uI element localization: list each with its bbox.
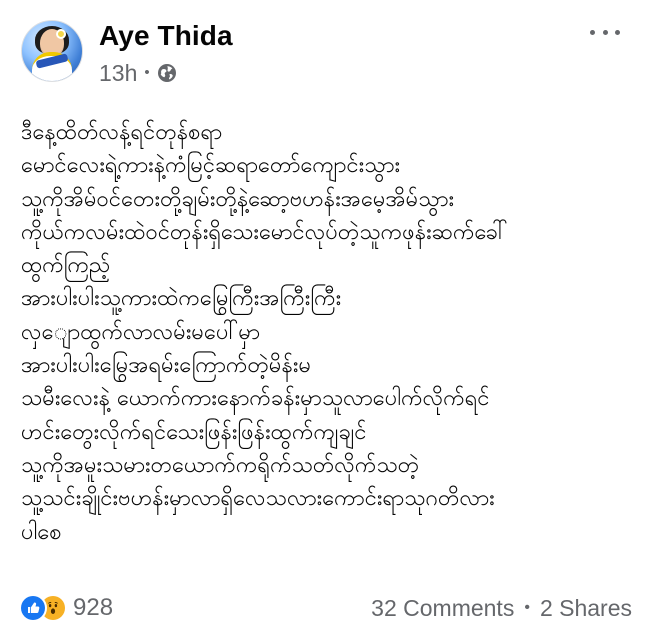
more-options-button[interactable] [590,23,620,41]
post-time[interactable]: 13h [99,60,137,87]
reaction-count[interactable]: 928 [73,594,113,622]
more-dot-1 [590,29,595,35]
author-avatar[interactable] [21,20,83,82]
comments-count[interactable]: 32 Comments [371,595,514,622]
like-icon [21,596,45,620]
post-stats: 32 Comments • 2 Shares [371,595,632,622]
reaction-icons [21,596,65,620]
more-dot-3 [615,29,620,35]
reactions-summary[interactable]: 928 [21,593,113,623]
stats-separator: • [524,598,530,616]
author-name[interactable]: Aye Thida [99,18,233,54]
more-dot-2 [602,29,608,35]
meta-separator: • [144,63,150,81]
globe-icon [157,63,177,83]
post-text: ဒီနေ့ထိတ်လန့်ရင်တုန်စရာ မောင်လေးရဲ့ကားနဲ… [21,120,508,545]
avatar-flower [56,29,66,39]
post-meta: 13h • [99,59,177,87]
shares-count[interactable]: 2 Shares [540,595,632,622]
facebook-post-card: Aye Thida 13h • ဒီနေ့ထိတ်လန့်ရင်တုန်စရာ … [0,0,650,637]
